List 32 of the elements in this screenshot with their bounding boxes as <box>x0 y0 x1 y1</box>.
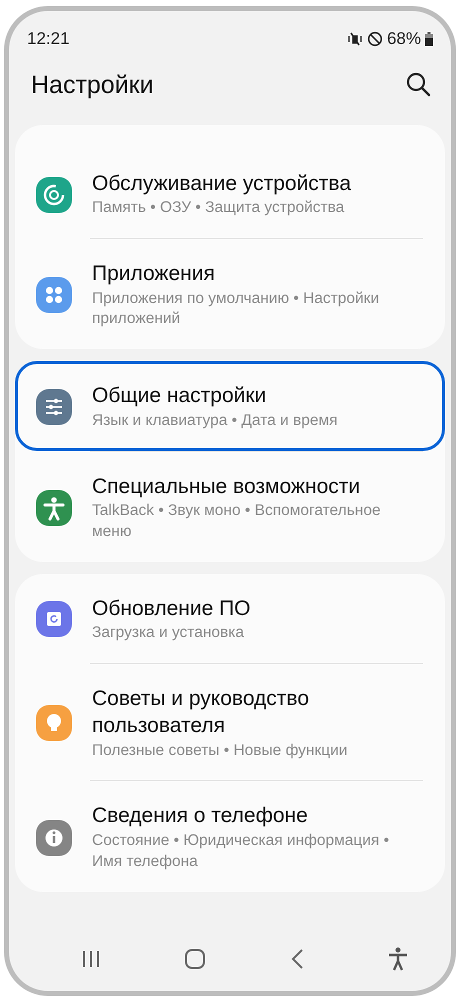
item-subtitle: Приложения по умолчанию • Настройки приложений <box>92 288 380 330</box>
item-title: Специальные возможности <box>92 474 362 500</box>
item-title: Общие настройки <box>92 383 268 410</box>
settings-item[interactable]: Сведения о телефоне Состояние • Юридическая информация • Имя телефона <box>15 781 445 892</box>
item-title: Обслуживание устройства <box>92 171 352 197</box>
item-subtitle: Загрузка и установка <box>92 623 245 644</box>
home-icon[interactable] <box>184 948 206 970</box>
vibrate-icon <box>346 31 363 47</box>
settings-item[interactable]: Обновление ПО Загрузка и установка <box>15 574 445 663</box>
settings-item[interactable]: Общие настройки Язык и клавиатура • Дата и время <box>15 361 445 451</box>
settings-item[interactable]: Обслуживание устройства Память • ОЗУ • Защита устройства <box>15 149 445 238</box>
search-icon[interactable] <box>405 71 431 97</box>
item-subtitle: Полезные советы • Новые функции <box>92 740 348 761</box>
status-time: 12:21 <box>27 28 70 50</box>
item-title: Приложения <box>92 261 216 288</box>
item-title: Советы и руководство пользователя <box>92 686 310 740</box>
accessibility-icon[interactable] <box>387 947 410 971</box>
item-subtitle: Память • ОЗУ • Защита устройства <box>92 198 346 218</box>
item-subtitle: TalkBack • Звук моно • Вспомогательное меню <box>92 500 382 542</box>
settings-item[interactable]: Специальные возможности TalkBack • Звук моно • Вспомогательное меню <box>15 452 445 562</box>
back-icon[interactable] <box>290 948 304 970</box>
item-title: Сведения о телефоне <box>92 803 309 830</box>
battery-percent: 68% <box>386 28 421 50</box>
page-title: Настройки <box>31 70 154 101</box>
settings-item[interactable]: Приложения Приложения по умолчанию • Настройки приложений <box>15 239 445 350</box>
item-subtitle: Состояние • Юридическая информация • Имя телефона <box>92 830 390 872</box>
settings-item[interactable]: Советы и руководство пользователя Полезные советы • Новые функции <box>15 664 445 780</box>
do-not-disturb-icon <box>366 31 383 47</box>
recent-apps-icon[interactable] <box>80 949 101 969</box>
item-title: Обновление ПО <box>92 596 252 622</box>
item-subtitle: Язык и клавиатура • Дата и время <box>92 410 339 431</box>
battery-icon <box>425 32 433 46</box>
